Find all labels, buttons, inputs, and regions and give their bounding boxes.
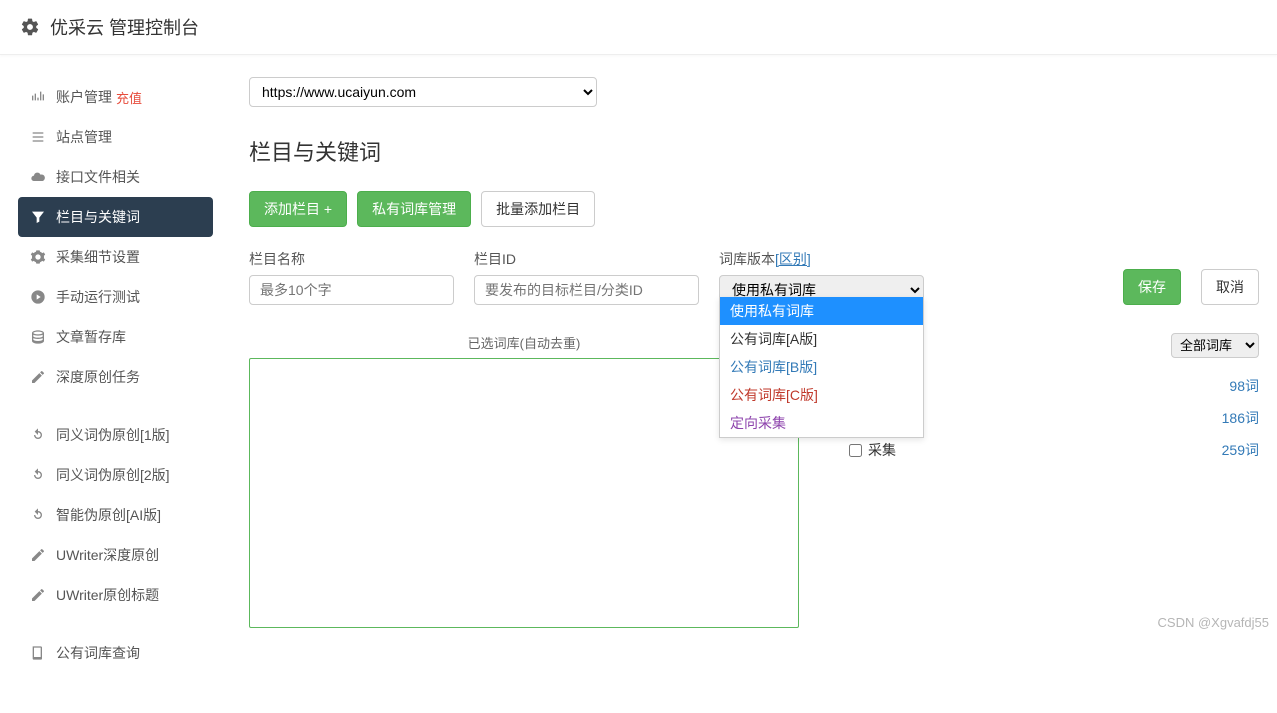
edit-icon: [30, 547, 46, 563]
dict-row: 采集 259词: [849, 434, 1259, 466]
page-title: 优采云 管理控制台: [50, 14, 199, 40]
list-icon: [30, 129, 46, 145]
section-title: 栏目与关键词: [249, 135, 1259, 167]
dict-row-count[interactable]: 259词: [1222, 440, 1259, 460]
sidebar-item-label: 深度原创任务: [56, 367, 140, 387]
sidebar-item-label: 栏目与关键词: [56, 207, 140, 227]
sidebar-item-sites[interactable]: 站点管理: [18, 117, 213, 157]
sidebar-item-account[interactable]: 账户管理 充值: [18, 77, 213, 117]
sidebar-item-columns-keywords[interactable]: 栏目与关键词: [18, 197, 213, 237]
sidebar-item-label: 同义词伪原创[1版]: [56, 425, 170, 445]
dict-row-count[interactable]: 98词: [1229, 376, 1259, 396]
cloud-icon: [30, 169, 46, 185]
dict-row-checkbox[interactable]: [849, 444, 862, 457]
gear-icon: [20, 17, 40, 37]
save-button[interactable]: 保存: [1123, 269, 1181, 305]
sidebar-item-manual-run[interactable]: 手动运行测试: [18, 277, 213, 317]
dict-ver-diff-link[interactable]: [区别]: [775, 251, 811, 267]
sidebar-item-label: 手动运行测试: [56, 287, 140, 307]
add-column-button[interactable]: 添加栏目 +: [249, 191, 347, 227]
sidebar-item-label: 智能伪原创[AI版]: [56, 505, 161, 525]
selected-words-box[interactable]: [249, 358, 799, 628]
sidebar-item-article-store[interactable]: 文章暂存库: [18, 317, 213, 357]
dict-row-checkbox-label[interactable]: 采集: [849, 440, 896, 460]
cancel-button[interactable]: 取消: [1201, 269, 1259, 305]
bulk-add-column-button[interactable]: 批量添加栏目: [481, 191, 595, 227]
dict-ver-option-public-c[interactable]: 公有词库[C版]: [720, 381, 923, 409]
sidebar-item-collection-settings[interactable]: 采集细节设置: [18, 237, 213, 277]
dict-ver-dropdown: 使用私有词库 公有词库[A版] 公有词库[B版] 公有词库[C版] 定向采集: [719, 297, 924, 438]
database-icon: [30, 329, 46, 345]
dict-row-count[interactable]: 186词: [1222, 408, 1259, 428]
dict-ver-option-private[interactable]: 使用私有词库: [720, 297, 923, 325]
sidebar-item-label: 公有词库查询: [56, 643, 140, 663]
sidebar-item-synonym-v2[interactable]: 同义词伪原创[2版]: [18, 455, 213, 495]
book-icon: [30, 645, 46, 661]
bar-chart-icon: [30, 89, 46, 105]
site-select[interactable]: https://www.ucaiyun.com: [249, 77, 597, 107]
sidebar-item-label: UWriter深度原创: [56, 545, 159, 565]
sidebar-item-interface-files[interactable]: 接口文件相关: [18, 157, 213, 197]
main-content: https://www.ucaiyun.com 栏目与关键词 添加栏目 + 私有…: [213, 77, 1259, 673]
dict-ver-option-targeted[interactable]: 定向采集: [720, 409, 923, 437]
sidebar: 账户管理 充值 站点管理 接口文件相关 栏目与关键词 采集细节设置 手动运行测试…: [18, 77, 213, 673]
sidebar-item-uwriter-title[interactable]: UWriter原创标题: [18, 575, 213, 615]
sidebar-item-synonym-v1[interactable]: 同义词伪原创[1版]: [18, 415, 213, 455]
play-circle-icon: [30, 289, 46, 305]
dict-ver-option-public-b[interactable]: 公有词库[B版]: [720, 353, 923, 381]
refresh-icon: [30, 467, 46, 483]
sidebar-item-label: 同义词伪原创[2版]: [56, 465, 170, 485]
selected-words-panel: 已选词库(自动去重): [249, 333, 799, 628]
dict-filter-select[interactable]: 全部词库: [1171, 333, 1259, 358]
edit-icon: [30, 369, 46, 385]
cogs-icon: [30, 249, 46, 265]
private-dict-mgmt-button[interactable]: 私有词库管理: [357, 191, 471, 227]
col-name-label: 栏目名称: [249, 249, 454, 269]
filter-icon: [30, 209, 46, 225]
header-bar: 优采云 管理控制台: [0, 0, 1277, 55]
dict-ver-option-public-a[interactable]: 公有词库[A版]: [720, 325, 923, 353]
refresh-icon: [30, 427, 46, 443]
sidebar-item-deep-original[interactable]: 深度原创任务: [18, 357, 213, 397]
col-name-input[interactable]: [249, 275, 454, 305]
dict-ver-label: 词库版本[区别]: [719, 249, 924, 269]
sidebar-item-ai-rewrite[interactable]: 智能伪原创[AI版]: [18, 495, 213, 535]
sidebar-item-uwriter-deep[interactable]: UWriter深度原创: [18, 535, 213, 575]
sidebar-item-label: 接口文件相关: [56, 167, 140, 187]
sidebar-item-label: 站点管理: [56, 127, 112, 147]
refresh-icon: [30, 507, 46, 523]
sidebar-item-label: 采集细节设置: [56, 247, 140, 267]
col-id-label: 栏目ID: [474, 249, 699, 269]
sidebar-item-label: UWriter原创标题: [56, 585, 159, 605]
recharge-badge: 充值: [116, 88, 142, 107]
sidebar-item-label: 文章暂存库: [56, 327, 126, 347]
sidebar-item-public-dict-query[interactable]: 公有词库查询: [18, 633, 213, 673]
edit-icon: [30, 587, 46, 603]
selected-words-caption: 已选词库(自动去重): [249, 333, 799, 352]
col-id-input[interactable]: [474, 275, 699, 305]
sidebar-item-label: 账户管理: [56, 87, 112, 107]
